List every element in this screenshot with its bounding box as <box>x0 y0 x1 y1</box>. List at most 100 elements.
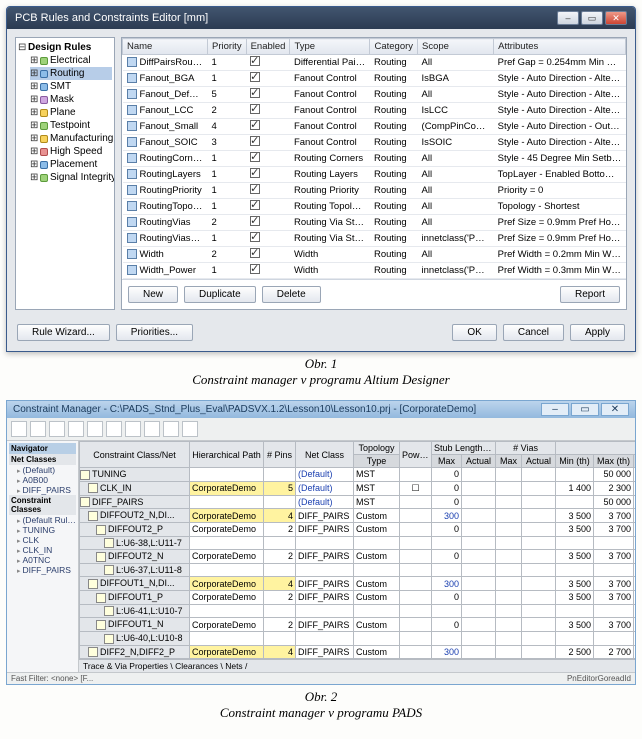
rule-row[interactable]: Fanout_Default5Fanout ControlRoutingAllS… <box>123 87 626 103</box>
toolbar-icon[interactable] <box>125 421 141 437</box>
enabled-checkbox[interactable] <box>250 264 260 274</box>
constraint-row[interactable]: DIFF_PAIRS(Default)MST050 000 <box>80 495 636 509</box>
col-stub-length[interactable]: Stub Length (th) <box>432 442 496 455</box>
expand-icon[interactable]: ⊞ <box>30 55 38 66</box>
cancel-button[interactable]: Cancel <box>503 324 564 341</box>
constraint-sheet[interactable]: Constraint Class/Net Hierarchical Path #… <box>79 441 635 659</box>
nav-item[interactable]: DIFF_PAIRS <box>9 485 76 495</box>
rules-tree[interactable]: ⊟Design Rules ⊞Electrical⊞Routing⊞SMT⊞Ma… <box>15 37 115 310</box>
tree-node-smt[interactable]: ⊞SMT <box>30 80 112 93</box>
enabled-checkbox[interactable] <box>250 72 260 82</box>
rule-row[interactable]: Fanout_BGA1Fanout ControlRoutingIsBGASty… <box>123 71 626 87</box>
tree-node-routing[interactable]: ⊞Routing <box>30 67 112 80</box>
col-type[interactable]: Type <box>290 39 370 55</box>
expand-icon[interactable]: ⊞ <box>30 159 38 170</box>
nav-section[interactable]: Net Classes <box>9 454 76 465</box>
rule-row[interactable]: Fanout_SOIC3Fanout ControlRoutingIsSOICS… <box>123 135 626 151</box>
nav-item[interactable]: A0B00 <box>9 475 76 485</box>
constraint-row[interactable]: L:U6-40,L:U10-8 <box>80 631 636 645</box>
expand-icon[interactable]: ⊞ <box>30 81 38 92</box>
close-button[interactable]: ✕ <box>601 403 629 416</box>
constraint-row[interactable]: TUNING(Default)MST050 000 <box>80 468 636 482</box>
duplicate-button[interactable]: Duplicate <box>184 286 256 303</box>
nav-item[interactable]: DIFF_PAIRS <box>9 565 76 575</box>
enabled-checkbox[interactable] <box>250 120 260 130</box>
enabled-checkbox[interactable] <box>250 200 260 210</box>
nav-item[interactable]: TUNING <box>9 525 76 535</box>
tree-node-placement[interactable]: ⊞Placement <box>30 158 112 171</box>
toolbar-icon[interactable] <box>87 421 103 437</box>
nav-section[interactable]: Constraint Classes <box>9 495 76 515</box>
tree-node-electrical[interactable]: ⊞Electrical <box>30 54 112 67</box>
toolbar-icon[interactable] <box>106 421 122 437</box>
enabled-checkbox[interactable] <box>250 168 260 178</box>
toolbar-icon[interactable] <box>49 421 65 437</box>
col-topology[interactable]: Topology <box>354 442 400 455</box>
ok-button[interactable]: OK <box>452 324 496 341</box>
expand-icon[interactable]: ⊞ <box>30 133 38 144</box>
new-button[interactable]: New <box>128 286 178 303</box>
col-category[interactable]: Category <box>370 39 418 55</box>
expand-icon[interactable]: ⊞ <box>30 68 38 79</box>
toolbar-icon[interactable] <box>11 421 27 437</box>
nav-item[interactable]: (Default) <box>9 465 76 475</box>
constraint-row[interactable]: L:U6-41,L:U10-7 <box>80 604 636 618</box>
enabled-checkbox[interactable] <box>250 232 260 242</box>
constraint-row[interactable]: CLK_INCorporateDemo5(Default)MST☐01 4002… <box>80 481 636 495</box>
tree-node-manufacturing[interactable]: ⊞Manufacturing <box>30 132 112 145</box>
maximize-button[interactable]: ▭ <box>571 403 599 416</box>
nav-item[interactable]: (Default Rules) <box>9 515 76 525</box>
enabled-checkbox[interactable] <box>250 248 260 258</box>
close-button[interactable]: ✕ <box>605 11 627 25</box>
enabled-checkbox[interactable] <box>250 56 260 66</box>
rules-table[interactable]: NamePriorityEnabledTypeCategoryScopeAttr… <box>122 38 626 279</box>
nav-item[interactable]: A0TNC <box>9 555 76 565</box>
toolbar-icon[interactable] <box>68 421 84 437</box>
expand-icon[interactable]: ⊞ <box>30 172 38 183</box>
maximize-button[interactable]: ▭ <box>581 11 603 25</box>
enabled-checkbox[interactable] <box>250 216 260 226</box>
tree-node-high-speed[interactable]: ⊞High Speed <box>30 145 112 158</box>
col-attributes[interactable]: Attributes <box>494 39 626 55</box>
enabled-checkbox[interactable] <box>250 136 260 146</box>
rule-row[interactable]: Fanout_LCC2Fanout ControlRoutingIsLCCSty… <box>123 103 626 119</box>
col-constraint-class[interactable]: Constraint Class/Net <box>80 442 190 468</box>
constraint-row[interactable]: L:U6-38,L:U11-7 <box>80 536 636 550</box>
rule-wizard-button[interactable]: Rule Wizard... <box>17 324 110 341</box>
col-vias[interactable]: # Vias <box>496 442 556 455</box>
collapse-icon[interactable]: ⊟ <box>18 42 26 53</box>
expand-icon[interactable]: ⊞ <box>30 120 38 131</box>
rule-row[interactable]: RoutingTopology1Routing TopologyRoutingA… <box>123 199 626 215</box>
constraint-row[interactable]: DIFFOUT1_N,DI...CorporateDemo4DIFF_PAIRS… <box>80 577 636 591</box>
col-hierarchical-path[interactable]: Hierarchical Path <box>190 442 264 468</box>
constraint-row[interactable]: DIFFOUT2_N,DI...CorporateDemo4DIFF_PAIRS… <box>80 509 636 523</box>
toolbar-icon[interactable] <box>144 421 160 437</box>
tree-node-testpoint[interactable]: ⊞Testpoint <box>30 119 112 132</box>
expand-icon[interactable]: ⊞ <box>30 146 38 157</box>
col-name[interactable]: Name <box>123 39 208 55</box>
tree-node-plane[interactable]: ⊞Plane <box>30 106 112 119</box>
rule-row[interactable]: RoutingVias2Routing Via StyleRoutingAllP… <box>123 215 626 231</box>
rule-row[interactable]: Fanout_Small4Fanout ControlRouting(CompP… <box>123 119 626 135</box>
constraint-row[interactable]: DIFF2_N,DIFF2_PCorporateDemo4DIFF_PAIRSC… <box>80 645 636 659</box>
tree-node-mask[interactable]: ⊞Mask <box>30 93 112 106</box>
col-scope[interactable]: Scope <box>418 39 494 55</box>
priorities-button[interactable]: Priorities... <box>116 324 193 341</box>
col-pins[interactable]: # Pins <box>264 442 296 468</box>
constraint-row[interactable]: DIFFOUT1_PCorporateDemo2DIFF_PAIRSCustom… <box>80 591 636 605</box>
enabled-checkbox[interactable] <box>250 184 260 194</box>
expand-icon[interactable]: ⊞ <box>30 107 38 118</box>
rule-row[interactable]: RoutingLayers1Routing LayersRoutingAllTo… <box>123 167 626 183</box>
toolbar-icon[interactable] <box>182 421 198 437</box>
tree-node-signal-integrity[interactable]: ⊞Signal Integrity <box>30 171 112 184</box>
apply-button[interactable]: Apply <box>570 324 625 341</box>
toolbar-icon[interactable] <box>163 421 179 437</box>
col-power-net[interactable]: Power Net <box>400 442 432 468</box>
rule-row[interactable]: RoutingPriority1Routing PriorityRoutingA… <box>123 183 626 199</box>
col-length[interactable] <box>556 442 635 455</box>
rule-row[interactable]: DiffPairsRouting1Differential Pairs Rout… <box>123 55 626 71</box>
minimize-button[interactable]: – <box>541 403 569 416</box>
col-net-class[interactable]: Net Class <box>296 442 354 468</box>
rule-row[interactable]: RoutingVias_Power1Routing Via StyleRouti… <box>123 231 626 247</box>
rule-row[interactable]: Width2WidthRoutingAllPref Width = 0.2mm … <box>123 247 626 263</box>
